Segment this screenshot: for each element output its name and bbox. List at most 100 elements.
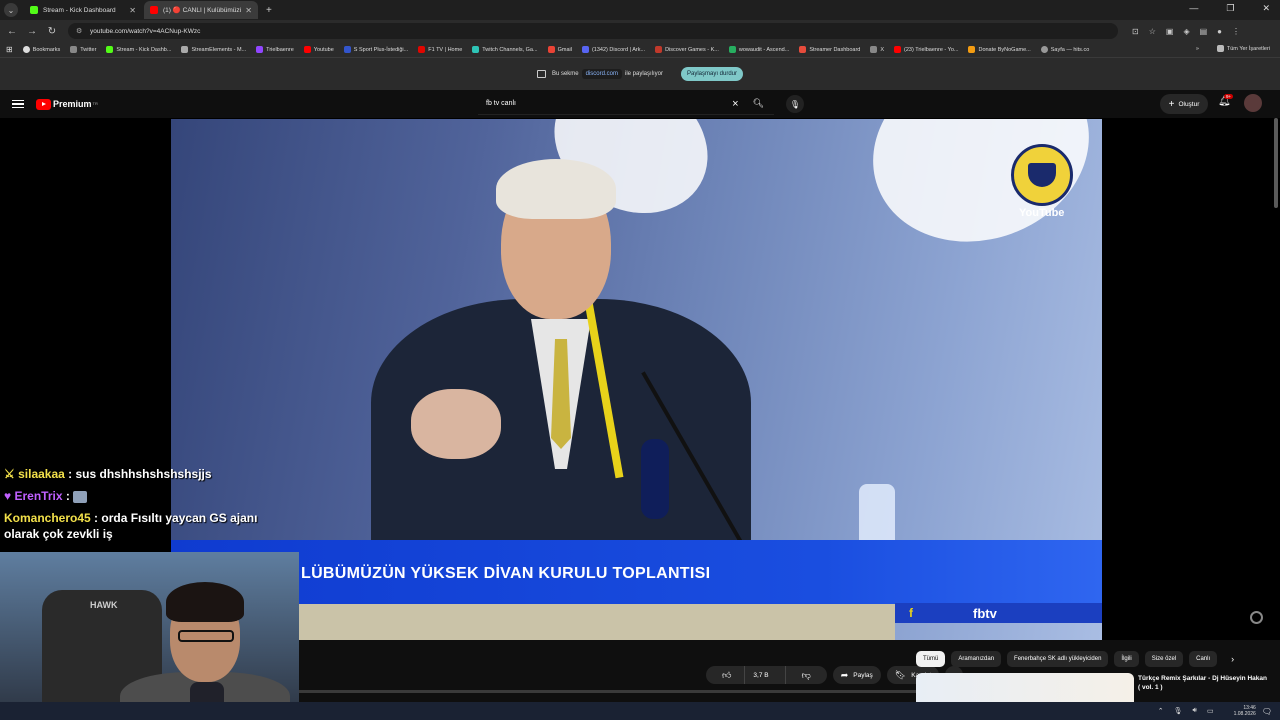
bookmark-item[interactable]: F1 TV | Home [418, 46, 462, 53]
search-input[interactable]: fb tv canlı [478, 100, 732, 107]
chat-message: Komanchero45 : orda Fısıltı yaycan GS aj… [4, 511, 258, 541]
extension-icon[interactable]: ▣ [1166, 27, 1174, 36]
minimize-icon[interactable]: — [1189, 3, 1198, 14]
bookmark-item[interactable]: Donate ByNoGame... [968, 46, 1031, 53]
tray-overflow-icon[interactable]: ⌃ [1158, 707, 1164, 715]
stream-chat-overlay: ⚔ silaakaa : sus dhshhshshshshsjjs ♥ Ere… [4, 466, 274, 548]
close-tab-icon[interactable]: ✕ [129, 6, 136, 15]
extensions-puzzle-icon[interactable]: ◈ [1183, 27, 1189, 36]
maximize-icon[interactable]: ❐ [1226, 3, 1234, 14]
profile-icon[interactable]: ● [1217, 27, 1222, 36]
dislike-button[interactable]: 👎︎ [784, 666, 827, 684]
bookmark-item[interactable]: Twitch Channels, Ga... [472, 46, 538, 53]
taskbar-clock[interactable]: 13:46 1.08.2026 [1234, 705, 1256, 717]
bookmark-star-icon[interactable]: ☆ [1149, 27, 1156, 36]
menu-kebab-icon[interactable]: ⋮ [1232, 27, 1240, 36]
heart-icon: ♥ [4, 489, 12, 503]
bookmarks-overflow-button[interactable]: » [1196, 46, 1199, 52]
clear-search-icon[interactable]: × [732, 98, 738, 110]
streamer-hair [166, 582, 244, 622]
bookmark-item[interactable]: Trielbaenre [256, 46, 294, 53]
stop-sharing-button[interactable]: Paylaşmayı durdur [681, 67, 744, 81]
sidepanel-icon[interactable]: ▤ [1200, 27, 1208, 36]
bookmark-item[interactable]: StreamElements - M... [181, 46, 246, 53]
notifications-icon[interactable]: 🔔︎ 9+ [1218, 94, 1234, 107]
browser-tab-kick[interactable]: Stream - Kick Dashboard ✕ [24, 1, 142, 19]
chevron-right-icon[interactable]: › [1231, 654, 1234, 664]
youtube-header: Premium TR fb tv canlı × 🔍︎ 🎙︎ + Oluştur … [0, 90, 1280, 118]
bookmark-item[interactable]: Discover Games - K... [655, 46, 719, 53]
channel-watermark-icon[interactable] [1250, 611, 1263, 624]
bookmark-item[interactable]: Stream - Kick Dashb... [106, 46, 171, 53]
search-box[interactable]: fb tv canlı × 🔍︎ [478, 93, 774, 115]
chat-username: ErenTrix [14, 489, 63, 503]
voice-search-icon[interactable]: 🎙︎ [786, 95, 804, 113]
create-button[interactable]: + Oluştur [1160, 94, 1208, 114]
webcam-overlay: HAWK [0, 552, 299, 720]
youtube-premium-logo[interactable]: Premium TR [36, 98, 98, 110]
chip-all[interactable]: Tümü [916, 651, 946, 667]
volume-icon[interactable]: 🔊︎ [1193, 707, 1197, 715]
close-window-icon[interactable]: ✕ [1262, 3, 1270, 14]
like-button[interactable]: 👍︎ 3,7 B [706, 666, 785, 684]
bookmark-label: S Sport Plus-İstediği... [353, 46, 409, 53]
video-player[interactable]: YouTube f fbtv [171, 119, 1102, 640]
chip-for-you[interactable]: Size özel [1144, 651, 1184, 667]
mic-icon[interactable]: 🎙︎ [1174, 707, 1183, 715]
address-bar[interactable]: ⚙ youtube.com/watch?v=4ACNup-KWzc [68, 23, 1118, 39]
chip-related[interactable]: İlgili [1114, 651, 1139, 667]
share-prefix: Bu sekme [551, 71, 579, 77]
back-icon[interactable]: ← [4, 26, 20, 37]
install-icon[interactable]: ⊡ [1132, 27, 1139, 36]
chat-message: ♥ ErenTrix : [4, 488, 274, 504]
bookmark-label: Streamer Dashboard [809, 46, 861, 53]
bookmark-item[interactable]: Youtube [303, 46, 334, 53]
folder-icon [1216, 45, 1224, 52]
chat-username: silaakaa [18, 467, 65, 481]
share-button[interactable]: ➦ Paylaş [832, 666, 881, 684]
chip-from-uploader[interactable]: Fenerbahçe SK adlı yükleyiciden [1007, 651, 1109, 667]
download-icon [181, 46, 189, 53]
search-icon[interactable]: 🔍︎ [753, 98, 764, 109]
bookmark-item[interactable]: Twitter [70, 46, 96, 53]
video-progress-bar[interactable] [299, 690, 919, 693]
hamburger-menu-icon[interactable] [12, 99, 24, 109]
browser-tab-youtube[interactable]: (1) 🔴 CANLI | Kulübümüzü... ✕ [144, 1, 258, 19]
water-bottle [859, 484, 895, 544]
logo-region: TR [92, 100, 98, 106]
bookmark-item[interactable]: Bookmarks [22, 46, 60, 53]
apps-icon[interactable]: ⊞ [6, 45, 13, 54]
bookmark-item[interactable]: (1342) Discord | Ark... [581, 46, 645, 53]
reload-icon[interactable]: ↻ [44, 26, 60, 37]
recommendation-title[interactable]: Türkçe Remix Şarkılar - Dj Hüseyin Hakan… [1138, 674, 1268, 692]
s-icon [343, 46, 351, 53]
forward-icon[interactable]: → [24, 26, 40, 37]
bookmark-item[interactable]: (23) Trielbaenre - Yo... [894, 46, 958, 53]
bookmark-item[interactable]: X [870, 46, 884, 53]
bookmark-item[interactable]: Sayfa — hits.co [1040, 46, 1089, 53]
network-icon[interactable]: ▭ [1207, 707, 1214, 715]
screen-share-icon [536, 70, 546, 78]
account-avatar[interactable] [1244, 94, 1262, 112]
close-tab-icon[interactable]: ✕ [245, 6, 252, 15]
all-bookmarks-button[interactable]: Tüm Yer İşaretleri [1216, 45, 1270, 52]
notification-center-icon[interactable]: 🗨︎ [1262, 707, 1272, 716]
discord-icon [581, 46, 589, 53]
site-info-icon[interactable]: ⚙ [76, 27, 84, 35]
chip-live[interactable]: Canlı [1189, 651, 1218, 667]
bookmark-item[interactable]: wowaudit - Ascend... [728, 46, 789, 53]
bookmark-item[interactable]: Gmail [547, 46, 572, 53]
bookmark-label: Youtube [313, 46, 334, 53]
page-scrollbar[interactable] [1274, 118, 1278, 208]
recommendation-thumbnail[interactable] [916, 673, 1134, 703]
chip-from-search[interactable]: Aramanızdan [951, 651, 1002, 667]
bookmark-label: Stream - Kick Dashb... [116, 46, 172, 53]
youtube-icon [150, 6, 158, 14]
tab-search-button[interactable]: ⌄ [4, 3, 18, 17]
bookmark-item[interactable]: S Sport Plus-İstediği... [343, 46, 409, 53]
banner-text: LÜBÜMÜZÜN YÜKSEK DİVAN KURULU TOPLANTISI [301, 565, 711, 582]
bookmark-item[interactable]: Streamer Dashboard [799, 46, 860, 53]
youtube-watermark: YouTube [1019, 207, 1065, 219]
youtube-icon [303, 46, 311, 53]
new-tab-button[interactable]: + [266, 5, 272, 16]
